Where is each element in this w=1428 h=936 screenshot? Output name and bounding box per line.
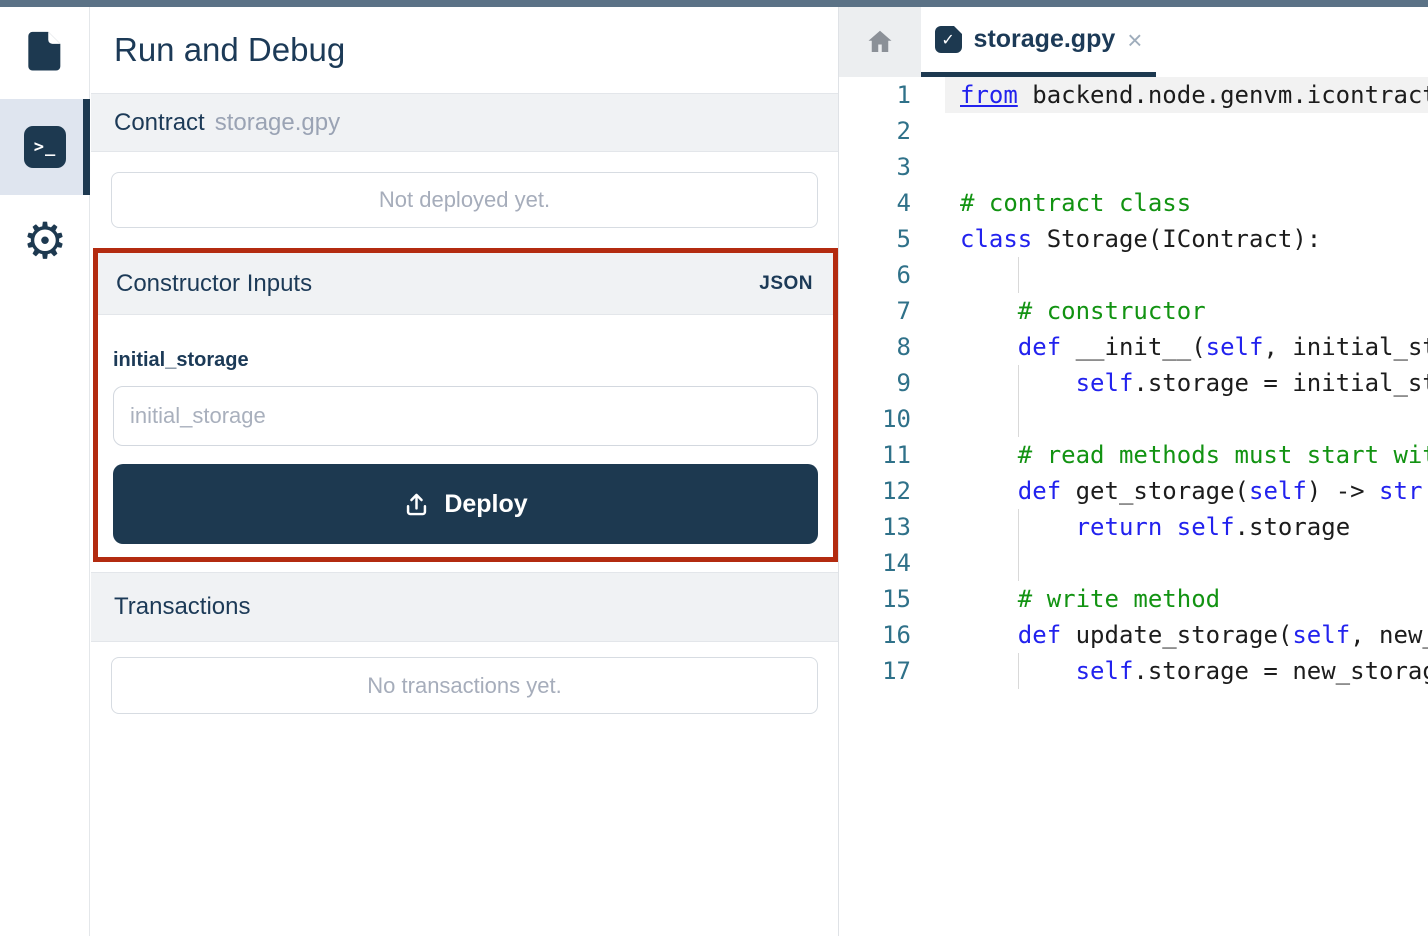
- deploy-status-text: Not deployed yet.: [379, 187, 550, 213]
- top-accent-bar: [0, 0, 1428, 7]
- upload-icon: [403, 491, 430, 518]
- indent-guide: [1018, 545, 1019, 581]
- code-editor[interactable]: 1from backend.node.genvm.icontract 2 3 4# c…: [839, 77, 1428, 689]
- initial-storage-input[interactable]: [113, 386, 818, 446]
- code-line: 10: [839, 401, 1428, 437]
- constructor-inputs-body: initial_storage Deploy: [98, 315, 833, 557]
- checked-file-icon: ✓: [935, 26, 962, 53]
- line-number: 9: [839, 369, 945, 397]
- line-number: 8: [839, 333, 945, 361]
- line-number: 3: [839, 153, 945, 181]
- line-number: 10: [839, 405, 945, 433]
- indent-guide: [1018, 653, 1019, 689]
- code-line: 6: [839, 257, 1428, 293]
- code-line: 14: [839, 545, 1428, 581]
- editor-pane: ✓ storage.gpy × 1from backend.node.genvm…: [838, 7, 1428, 936]
- indent-guide: [1018, 257, 1019, 293]
- code-line: 2: [839, 113, 1428, 149]
- home-tab-button[interactable]: [839, 7, 921, 77]
- transactions-empty-text: No transactions yet.: [367, 673, 561, 699]
- app-window: >_ ⚙ Run and Debug Contract storage.gpy …: [0, 0, 1428, 936]
- code-line: 16 def update_storage(self, new_s: [839, 617, 1428, 653]
- code-line: 17 self.storage = new_storage: [839, 653, 1428, 689]
- code-line: 9 self.storage = initial_st: [839, 365, 1428, 401]
- contract-section-header: Contract storage.gpy: [91, 93, 838, 152]
- line-number: 12: [839, 477, 945, 505]
- deploy-button-label: Deploy: [444, 490, 527, 519]
- constructor-inputs-header: Constructor Inputs JSON: [98, 253, 833, 315]
- run-debug-panel: Run and Debug Contract storage.gpy Not d…: [91, 7, 838, 936]
- editor-tab-bar: ✓ storage.gpy ×: [839, 7, 1428, 77]
- line-number: 15: [839, 585, 945, 613]
- code-line: 3: [839, 149, 1428, 185]
- code-line: 8 def __init__(self, initial_st: [839, 329, 1428, 365]
- indent-guide: [1018, 401, 1019, 437]
- contract-filename: storage.gpy: [215, 109, 340, 137]
- transactions-empty-box: No transactions yet.: [111, 657, 818, 714]
- activity-bar: >_ ⚙: [0, 7, 90, 936]
- indent-guide: [1018, 509, 1019, 545]
- line-number: 4: [839, 189, 945, 217]
- terminal-icon: >_: [24, 126, 66, 168]
- deploy-status-box: Not deployed yet.: [111, 172, 818, 228]
- line-number: 16: [839, 621, 945, 649]
- tab-title: storage.gpy: [974, 25, 1116, 54]
- constructor-inputs-section: Constructor Inputs JSON initial_storage: [93, 248, 838, 562]
- tab-bar-empty-space: [1156, 7, 1428, 77]
- code-line: 15 # write method: [839, 581, 1428, 617]
- deploy-button[interactable]: Deploy: [113, 464, 818, 544]
- home-icon: [865, 27, 895, 57]
- constructor-inputs-title: Constructor Inputs: [116, 270, 312, 298]
- gear-icon: ⚙: [23, 216, 68, 266]
- indent-guide: [1018, 365, 1019, 401]
- code-line: 5class Storage(IContract):: [839, 221, 1428, 257]
- initial-storage-label: initial_storage: [113, 349, 818, 372]
- line-number: 5: [839, 225, 945, 253]
- sidebar-item-settings[interactable]: ⚙: [0, 195, 90, 287]
- close-icon[interactable]: ×: [1127, 27, 1142, 53]
- transactions-section-header: Transactions: [91, 572, 838, 642]
- line-number: 14: [839, 549, 945, 577]
- code-line: 12 def get_storage(self) -> str:: [839, 473, 1428, 509]
- transactions-title: Transactions: [114, 593, 251, 621]
- tab-storage-gpy[interactable]: ✓ storage.gpy ×: [921, 7, 1156, 77]
- contract-label: Contract: [114, 109, 205, 137]
- line-number: 13: [839, 513, 945, 541]
- code-line: 11 # read methods must start with: [839, 437, 1428, 473]
- line-number: 17: [839, 657, 945, 685]
- code-line: 13 return self.storage: [839, 509, 1428, 545]
- file-icon: [22, 28, 68, 79]
- line-number: 1: [839, 81, 945, 109]
- page-title: Run and Debug: [91, 7, 838, 93]
- line-number: 11: [839, 441, 945, 469]
- json-mode-toggle[interactable]: JSON: [759, 273, 813, 295]
- sidebar-item-files[interactable]: [0, 7, 90, 99]
- code-line: 1from backend.node.genvm.icontract: [839, 77, 1428, 113]
- sidebar-item-run-and-debug[interactable]: >_: [0, 99, 90, 195]
- line-number: 2: [839, 117, 945, 145]
- line-number: 6: [839, 261, 945, 289]
- code-line: 7 # constructor: [839, 293, 1428, 329]
- code-line: 4# contract class: [839, 185, 1428, 221]
- line-number: 7: [839, 297, 945, 325]
